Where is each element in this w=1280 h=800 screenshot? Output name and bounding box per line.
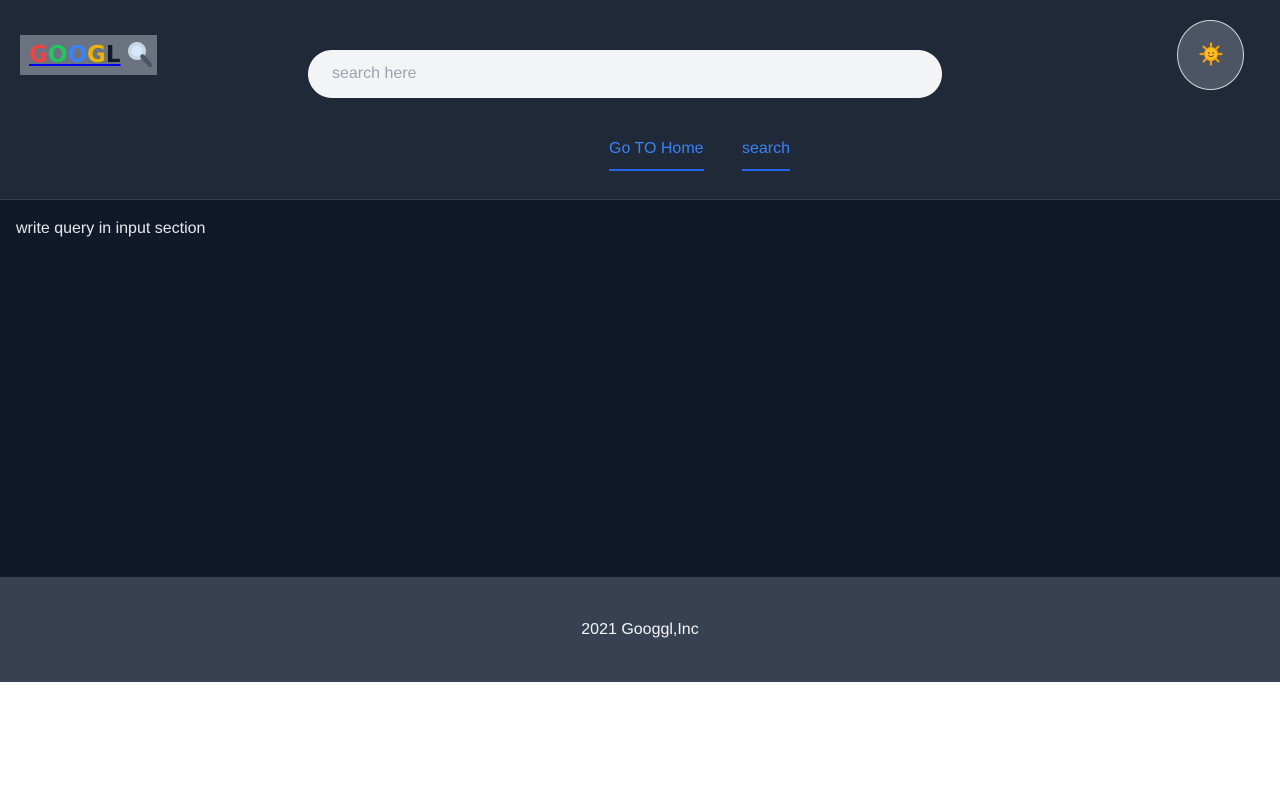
nav-link-search[interactable]: search (742, 139, 791, 171)
copyright-text: 2021 Googgl,Inc (581, 620, 699, 638)
theme-toggle-button[interactable] (1177, 20, 1244, 90)
logo-letter-l: L (105, 42, 121, 68)
sun-icon (1198, 41, 1223, 69)
magnifying-glass-icon (127, 41, 152, 69)
logo-letter-g: G (87, 42, 106, 68)
logo-letter-g: G (29, 42, 48, 68)
site-footer: 2021 Googgl,Inc (0, 577, 1280, 682)
logo[interactable]: G O O G L (20, 35, 157, 75)
nav-link-home[interactable]: Go TO Home (609, 139, 704, 171)
search-bar (308, 50, 942, 98)
empty-query-message: write query in input section (16, 220, 206, 237)
results-area: write query in input section (0, 200, 1280, 577)
main-nav: Go TO Home search (0, 139, 1280, 173)
logo-letter-o: O (47, 42, 68, 68)
search-input[interactable] (308, 50, 942, 98)
site-header: G O O G L search here Go TO Home search (0, 0, 1280, 200)
logo-letter-o: O (67, 42, 88, 68)
